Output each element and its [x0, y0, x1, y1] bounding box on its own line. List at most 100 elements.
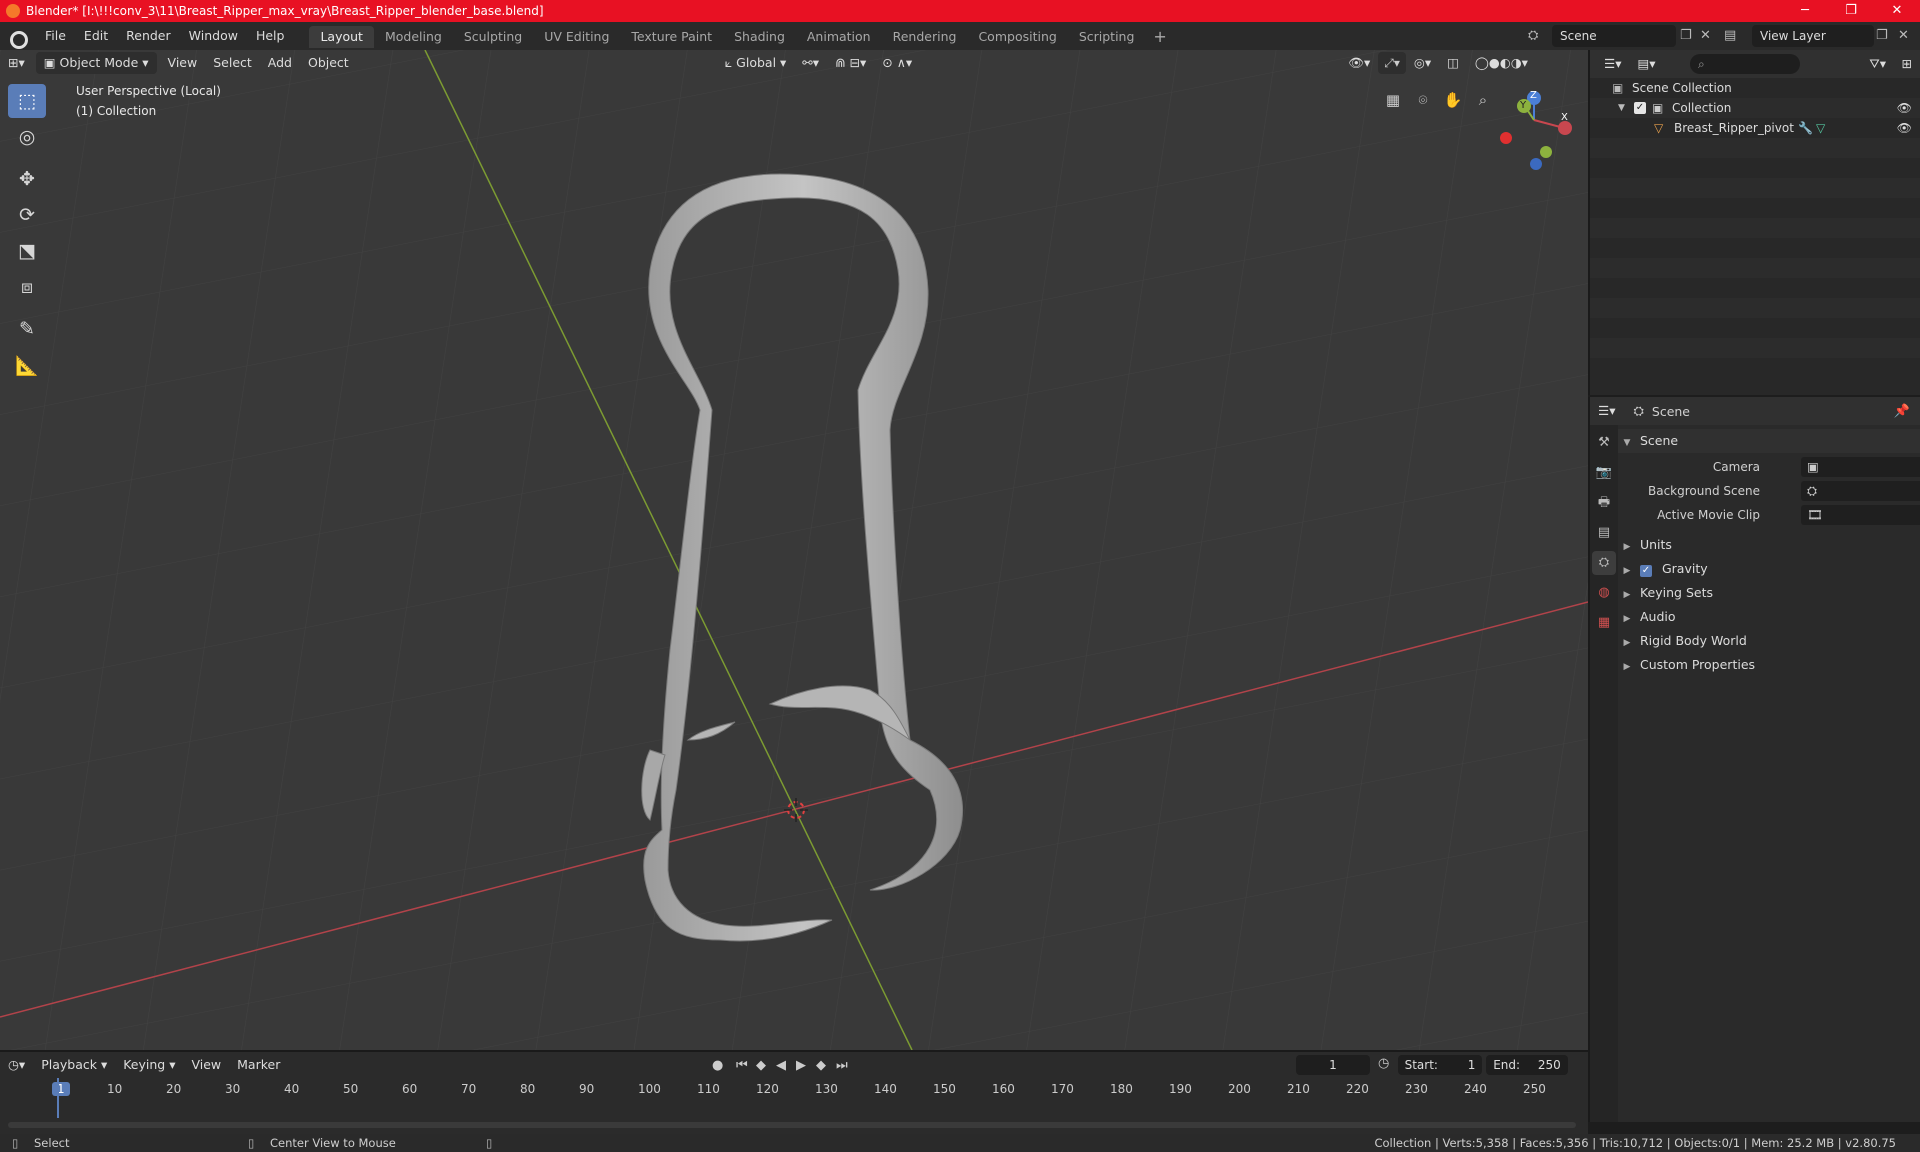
menu-render[interactable]: Render [117, 22, 180, 50]
toggle-camera-grid-icon[interactable]: ▦ [1379, 86, 1407, 114]
tool-settings-tab-icon[interactable]: ⚒ [1592, 431, 1616, 455]
tab-scripting[interactable]: Scripting [1068, 26, 1146, 48]
minimize-icon[interactable]: ─ [1782, 0, 1828, 22]
pivot-point-icon[interactable]: ⚯▾ [794, 52, 827, 74]
xray-icon[interactable]: ◫ [1439, 52, 1467, 74]
gravity-panel-header[interactable]: ▶ ✓ Gravity [1618, 557, 1920, 581]
record-icon[interactable]: ● [712, 1058, 723, 1073]
gizmo-x-label[interactable]: X [1561, 112, 1568, 123]
menu-help[interactable]: Help [247, 22, 294, 50]
jump-end-icon[interactable]: ⏭ [836, 1058, 848, 1073]
object-visibility-eye-icon[interactable]: 👁 [1897, 118, 1912, 138]
tab-animation[interactable]: Animation [796, 26, 882, 48]
scene-browse-icon[interactable]: ⛭ [1528, 25, 1538, 47]
keying-menu[interactable]: Keying ▾ [115, 1054, 183, 1076]
jump-start-icon[interactable]: ⏮ [736, 1058, 748, 1073]
camera-view-icon[interactable]: ⌾ [1409, 86, 1437, 114]
add-workspace-icon[interactable]: + [1145, 27, 1174, 46]
menu-window[interactable]: Window [180, 22, 247, 50]
snap-icon[interactable]: ⋒ ⊟▾ [827, 52, 874, 74]
select-menu[interactable]: Select [205, 52, 260, 74]
outliner-filter-icon[interactable]: ⛛▾ [1861, 53, 1894, 75]
outliner-row-scene-collection[interactable]: ▣ Scene Collection [1590, 78, 1920, 98]
object-mode-dropdown[interactable]: ▣ Object Mode ▾ [35, 52, 157, 74]
cursor-tool-icon[interactable]: ◎ [8, 120, 46, 154]
prev-keyframe-icon[interactable]: ◆ [756, 1058, 766, 1073]
new-view-layer-icon[interactable]: ❐ [1876, 25, 1888, 47]
play-reverse-icon[interactable]: ◀ [776, 1058, 786, 1073]
collection-visibility-eye-icon[interactable]: 👁 [1897, 98, 1912, 118]
tab-layout[interactable]: Layout [309, 26, 374, 48]
texture-tab-icon[interactable]: ▦ [1592, 611, 1616, 635]
transform-tool-icon[interactable]: ⧈ [8, 270, 46, 304]
close-icon[interactable]: ✕ [1874, 0, 1920, 22]
gizmo-y-label[interactable]: Y [1520, 100, 1526, 111]
end-frame-field[interactable]: End: 250 [1486, 1055, 1568, 1075]
outliner-row-object[interactable]: ▽ Breast_Ripper_pivot 🔧 ▽ 👁 [1590, 118, 1920, 138]
tab-uv-editing[interactable]: UV Editing [533, 26, 620, 48]
scene-selector[interactable]: Scene [1552, 25, 1676, 47]
shading-modes-icon[interactable]: ◯●◐◑▾ [1467, 52, 1536, 74]
menu-file[interactable]: File [36, 22, 75, 50]
audio-panel-header[interactable]: ▶ Audio [1618, 605, 1920, 629]
view-layer-tab-icon[interactable]: ▤ [1592, 521, 1616, 545]
gravity-checkbox[interactable]: ✓ [1639, 565, 1652, 577]
pin-icon[interactable]: 📌 [1894, 404, 1910, 419]
maximize-icon[interactable]: ❐ [1828, 0, 1874, 22]
pan-view-hand-icon[interactable]: ✋ [1439, 86, 1467, 114]
collection-expand-icon[interactable]: ▼ [1618, 98, 1625, 118]
preview-range-icon[interactable]: ◷ [1378, 1056, 1389, 1071]
gizmo-toggle-icon[interactable]: ⤢▾ [1378, 52, 1406, 74]
playhead-line[interactable] [57, 1078, 59, 1118]
view-layer-selector[interactable]: View Layer [1752, 25, 1874, 47]
blender-logo-icon[interactable] [8, 27, 28, 49]
custom-properties-panel-header[interactable]: ▶ Custom Properties [1618, 653, 1920, 677]
marker-menu[interactable]: Marker [229, 1054, 288, 1076]
play-icon[interactable]: ▶ [796, 1058, 806, 1073]
output-tab-icon[interactable]: 🖶 [1592, 491, 1616, 515]
timeline-ruler[interactable]: 1 10 20 30 40 50 60 70 80 90 100 110 120 130 140 150 160… [0, 1078, 1588, 1118]
object-menu[interactable]: Object [300, 52, 357, 74]
new-collection-icon[interactable]: ⊞ [1894, 53, 1920, 75]
outliner-search-input[interactable]: ⌕ [1690, 54, 1800, 74]
outliner-editor-type-icon[interactable]: ☰▾ [1596, 53, 1629, 75]
3d-viewport[interactable]: Z X Y User Perspective (Local) (1) Colle… [0, 50, 1588, 1050]
scene-panel-header[interactable]: ▼ Scene [1618, 429, 1920, 453]
menu-edit[interactable]: Edit [75, 22, 117, 50]
tab-texture-paint[interactable]: Texture Paint [620, 26, 723, 48]
move-tool-icon[interactable]: ✥ [8, 162, 46, 196]
annotate-tool-icon[interactable]: ✎ [8, 312, 46, 346]
new-scene-icon[interactable]: ❐ [1680, 25, 1692, 47]
rotate-tool-icon[interactable]: ⟳ [8, 198, 46, 232]
units-panel-header[interactable]: ▶ Units [1618, 533, 1920, 557]
keying-sets-panel-header[interactable]: ▶ Keying Sets [1618, 581, 1920, 605]
start-frame-field[interactable]: Start: 1 [1398, 1055, 1482, 1075]
tab-shading[interactable]: Shading [723, 26, 796, 48]
overlays-icon[interactable]: ◎▾ [1406, 52, 1439, 74]
current-frame-field[interactable]: 1 [1296, 1055, 1370, 1075]
properties-editor-type-icon[interactable]: ☰▾ [1590, 400, 1623, 422]
tab-rendering[interactable]: Rendering [882, 26, 968, 48]
transform-orientation-dropdown[interactable]: ⟀ Global ▾ [717, 52, 795, 74]
timeline-view-menu[interactable]: View [183, 1054, 229, 1076]
delete-scene-icon[interactable]: ✕ [1700, 25, 1711, 47]
gizmo-z-label[interactable]: Z [1530, 90, 1537, 101]
background-scene-field[interactable]: ⛭ [1801, 481, 1920, 501]
delete-view-layer-icon[interactable]: ✕ [1898, 25, 1909, 47]
render-tab-icon[interactable]: 📷 [1592, 461, 1616, 485]
select-box-tool-icon[interactable]: ⬚ [8, 84, 46, 118]
scene-tab-icon[interactable]: ⛭ [1592, 551, 1616, 575]
world-tab-icon[interactable]: ◍ [1592, 581, 1616, 605]
add-menu[interactable]: Add [260, 52, 300, 74]
visibility-icon[interactable]: 👁▾ [1340, 52, 1378, 74]
scale-tool-icon[interactable]: ⬔ [8, 234, 46, 268]
outliner-display-mode-icon[interactable]: ▤▾ [1629, 53, 1663, 75]
collection-checkbox[interactable]: ✓ [1634, 102, 1646, 114]
view-layer-browse-icon[interactable]: ▤ [1724, 25, 1736, 47]
tab-modeling[interactable]: Modeling [374, 26, 453, 48]
timeline-scrollbar[interactable] [8, 1122, 1576, 1128]
camera-field[interactable]: ▣ ✑ [1801, 457, 1920, 477]
editor-type-icon[interactable]: ⊞▾ [0, 52, 33, 74]
tab-sculpting[interactable]: Sculpting [453, 26, 533, 48]
rigid-body-world-panel-header[interactable]: ▶ Rigid Body World [1618, 629, 1920, 653]
